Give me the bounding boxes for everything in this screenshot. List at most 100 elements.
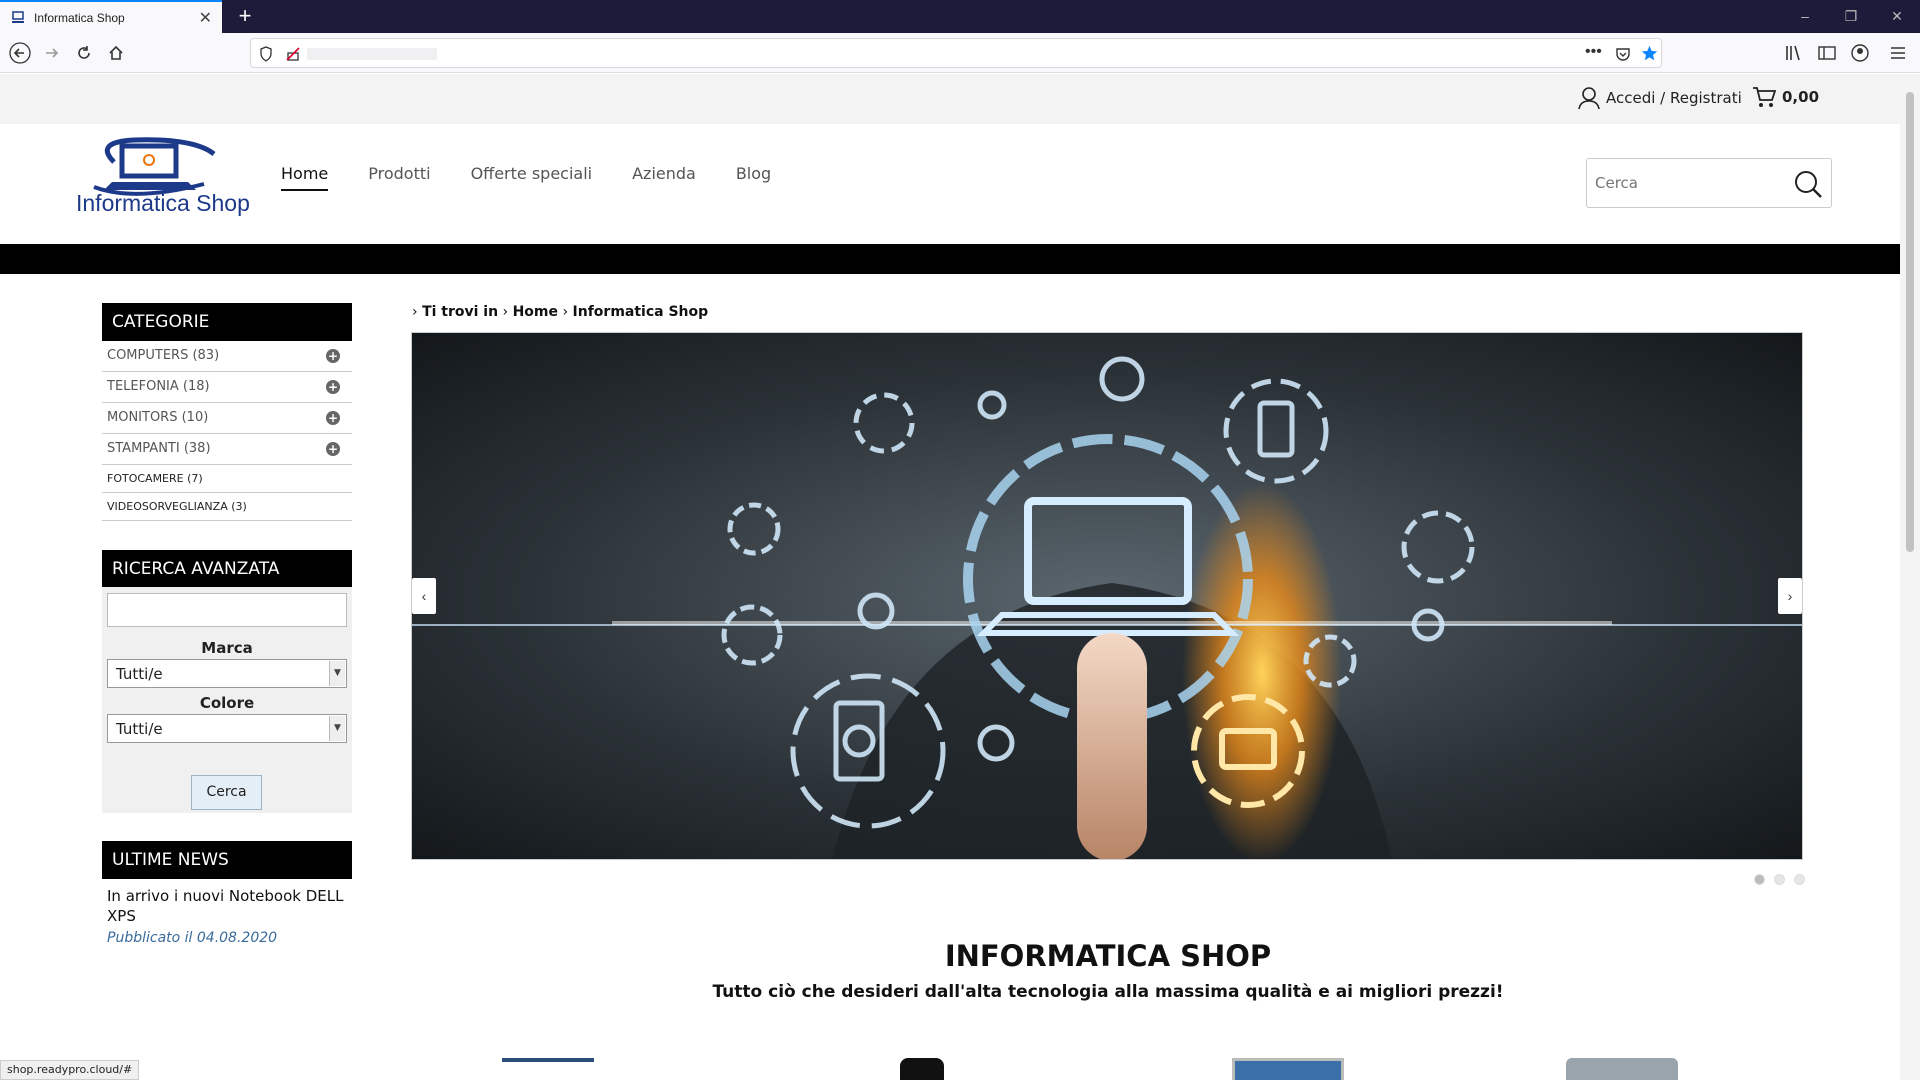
menu-hamburger-icon[interactable] [1888,43,1908,63]
categories-heading: CATEGORIE [102,303,352,341]
category-item-computers[interactable]: COMPUTERS (83) + [102,341,352,372]
product-thumbnail[interactable] [900,1058,944,1080]
breadcrumb: › Ti trovi in › Home › Informatica Shop [412,304,708,320]
advanced-search-panel: Marca Tutti/e ▼ Colore Tutti/e ▼ Cerca [102,587,352,813]
forward-arrow-icon [46,48,59,58]
expand-plus-icon[interactable]: + [326,349,340,363]
search-icon[interactable] [1793,169,1823,199]
page-actions-icon[interactable]: ••• [1585,43,1602,61]
product-thumbnail[interactable] [502,1058,594,1080]
cart-icon [1753,87,1776,107]
slider-next-button[interactable]: › [1778,578,1802,614]
breadcrumb-home-link[interactable]: Home [513,304,558,320]
login-label: Accedi / Registrati [1606,89,1742,107]
close-window-button[interactable]: ✕ [1874,0,1920,33]
pocket-icon[interactable] [1615,46,1631,62]
category-label[interactable]: COMPUTERS (83) [107,348,219,363]
breadcrumb-separator: › [502,304,509,320]
category-item-telefonia[interactable]: TELEFONIA (18) + [102,372,352,403]
hero-slider[interactable] [411,332,1803,860]
status-bar-url: shop.readypro.cloud/# [0,1060,140,1080]
breadcrumb-current: Informatica Shop [572,304,709,320]
chevron-down-icon[interactable]: ▼ [329,716,345,741]
category-label[interactable]: MONITORS (10) [107,410,208,425]
web-page: Accedi / Registrati 0,00 Informatica Sho… [0,74,1900,1080]
page-subtitle: Tutto ciò che desideri dall'alta tecnolo… [712,982,1504,1002]
home-button[interactable] [102,39,130,67]
back-arrow-icon [9,42,31,64]
menu-item-azienda[interactable]: Azienda [632,164,696,191]
browser-toolbar: ••• [0,33,1920,73]
breadcrumb-prefix: Ti trovi in [422,304,499,320]
slider-dot[interactable] [1794,874,1805,885]
menu-item-prodotti[interactable]: Prodotti [368,164,430,191]
category-item-stampanti[interactable]: STAMPANTI (38) + [102,434,352,465]
forward-button[interactable] [38,39,66,67]
advanced-search-input[interactable] [107,593,347,627]
category-item-fotocamere[interactable]: FOTOCAMERE (7) [102,465,352,493]
category-label[interactable]: FOTOCAMERE (7) [107,472,203,485]
minimize-button[interactable]: – [1782,0,1828,33]
scrollbar-thumb[interactable] [1906,92,1914,552]
site-header: Informatica Shop Home Prodotti Offerte s… [0,124,1900,220]
breadcrumb-separator: › [562,304,569,320]
reload-icon [78,46,90,59]
product-thumbnail[interactable] [1566,1058,1678,1080]
page-scrollbar[interactable] [1900,74,1920,1080]
advanced-search-heading: RICERCA AVANZATA [102,550,352,588]
chevron-down-icon[interactable]: ▼ [329,661,345,686]
category-label[interactable]: VIDEOSORVEGLIANZA (3) [107,500,247,513]
expand-plus-icon[interactable]: + [326,411,340,425]
browser-tab-bar: Informatica Shop ✕ + – ❐ ✕ [0,0,1920,33]
url-text[interactable] [307,48,437,60]
top-utility-bar: Accedi / Registrati 0,00 [0,74,1900,124]
tab-title: Informatica Shop [34,10,125,25]
insecure-lock-icon[interactable] [285,46,301,62]
news-item-link[interactable]: In arrivo i nuovi Notebook DELL XPS [107,886,347,926]
colore-label: Colore [199,694,255,712]
account-icon[interactable] [1850,43,1870,63]
marca-value: Tutti/e [116,665,163,683]
menu-item-blog[interactable]: Blog [736,164,771,191]
slider-dot[interactable] [1754,874,1765,885]
new-tab-button[interactable]: + [232,4,258,30]
library-icon[interactable] [1784,43,1804,63]
restore-button[interactable]: ❐ [1828,0,1874,33]
product-thumbnail[interactable] [1232,1058,1344,1080]
colore-select[interactable]: Tutti/e ▼ [107,714,347,743]
reload-button[interactable] [70,39,98,67]
shield-icon[interactable] [259,46,273,62]
home-icon [109,45,123,60]
category-label[interactable]: TELEFONIA (18) [107,379,210,394]
browser-tab[interactable]: Informatica Shop ✕ [0,0,222,33]
menu-item-home[interactable]: Home [281,164,329,191]
bookmark-star-icon[interactable] [1641,45,1658,62]
site-favicon-icon [12,10,24,23]
expand-plus-icon[interactable]: + [326,442,340,456]
site-logo-text[interactable]: Informatica Shop [76,190,250,217]
menu-item-offerte-speciali[interactable]: Offerte speciali [471,164,593,191]
user-icon [1578,87,1600,110]
slider-prev-button[interactable]: ‹ [412,578,436,614]
login-link[interactable]: Accedi / Registrati [1578,86,1742,110]
main-menu: Home Prodotti Offerte speciali Azienda B… [281,164,811,191]
search-input[interactable] [1587,159,1787,207]
cart-link[interactable]: 0,00 [1752,86,1819,108]
address-bar[interactable]: ••• [250,38,1662,68]
marca-select[interactable]: Tutti/e ▼ [107,659,347,688]
category-label[interactable]: STAMPANTI (38) [107,441,211,456]
chevron-left-icon: ‹ [421,588,427,604]
category-item-videosorveglianza[interactable]: VIDEOSORVEGLIANZA (3) [102,493,352,521]
news-heading: ULTIME NEWS [102,841,352,879]
expand-plus-icon[interactable]: + [326,380,340,394]
advanced-search-button[interactable]: Cerca [191,775,262,810]
slider-pagination [1754,874,1814,885]
sidebar-toggle-icon[interactable] [1817,43,1837,63]
breadcrumb-chevron-icon: › [412,304,418,320]
back-button[interactable] [6,39,34,67]
site-search [1586,158,1832,208]
slider-dot[interactable] [1774,874,1785,885]
tab-close-icon[interactable]: ✕ [199,8,212,28]
category-item-monitors[interactable]: MONITORS (10) + [102,403,352,434]
chevron-right-icon: › [1787,588,1793,604]
